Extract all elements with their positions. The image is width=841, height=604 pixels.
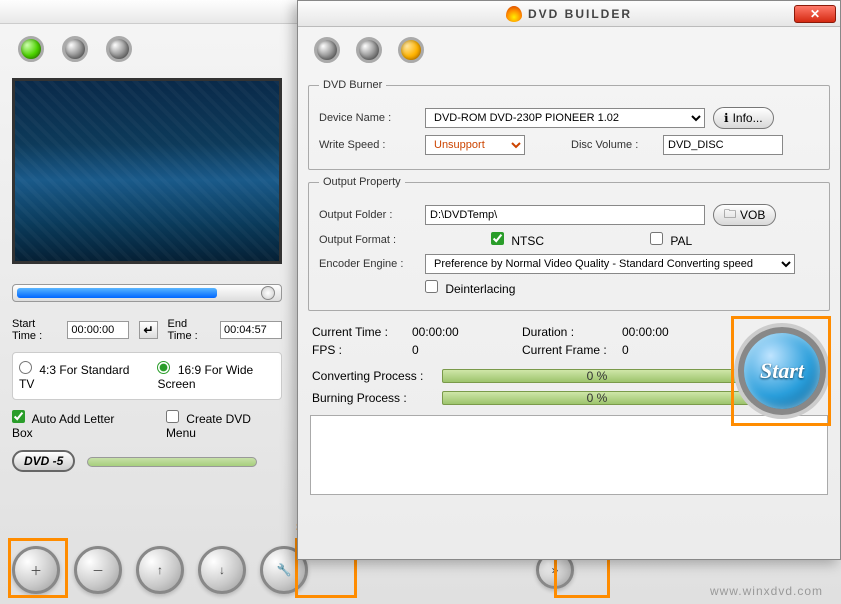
dvd-type-badge: DVD -5	[12, 450, 75, 472]
aspect-16-9-radio[interactable]: 16:9 For Wide Screen	[157, 361, 275, 391]
convert-progress: 0 %	[442, 369, 752, 383]
arrow-down-icon: ↓	[219, 563, 225, 577]
builder-orb-1[interactable]	[314, 37, 340, 63]
aspect-4-3-radio[interactable]: 4:3 For Standard TV	[19, 361, 129, 391]
frame-value: 0	[622, 343, 732, 357]
status-orb-2[interactable]	[62, 36, 88, 62]
device-name-select[interactable]: DVD-ROM DVD-230P PIONEER 1.02	[425, 108, 705, 128]
burn-progress: 0 %	[442, 391, 752, 405]
info-button[interactable]: ℹInfo...	[713, 107, 774, 129]
frame-label: Current Frame :	[522, 343, 622, 357]
arrow-up-icon: ↑	[157, 563, 163, 577]
video-preview	[12, 78, 282, 264]
move-up-button[interactable]: ↑	[136, 546, 184, 594]
fps-value: 0	[412, 343, 522, 357]
wrench-icon: 🔧	[277, 563, 292, 577]
playback-slider[interactable]	[12, 284, 282, 302]
start-time-commit-button[interactable]: ↵	[139, 321, 157, 339]
dvd-burner-group: DVD Burner Device Name : DVD-ROM DVD-230…	[308, 79, 830, 170]
vob-button[interactable]: 🗀VOB	[713, 204, 776, 226]
write-speed-select[interactable]: Unsupport	[425, 135, 525, 155]
output-format-label: Output Format :	[319, 234, 417, 246]
capacity-meter	[87, 457, 257, 467]
start-time-input[interactable]	[67, 321, 129, 339]
status-orb-3[interactable]	[106, 36, 132, 62]
status-orb-green[interactable]	[18, 36, 44, 62]
info-icon: ℹ	[724, 111, 729, 125]
minus-icon: －	[92, 562, 104, 579]
highlight-start	[731, 316, 831, 426]
convert-label: Converting Process :	[312, 369, 432, 383]
device-name-label: Device Name :	[319, 112, 417, 124]
fast-forward-icon: »	[552, 563, 559, 577]
disc-volume-input[interactable]	[663, 135, 783, 155]
pal-checkbox[interactable]: PAL	[650, 232, 692, 248]
add-button[interactable]: ＋	[12, 546, 60, 594]
encoder-label: Encoder Engine :	[319, 258, 417, 270]
dvd-burner-legend: DVD Burner	[319, 79, 386, 91]
end-time-input[interactable]	[220, 321, 282, 339]
close-button[interactable]: ✕	[794, 5, 836, 23]
output-property-group: Output Property Output Folder : 🗀VOB Out…	[308, 176, 830, 311]
duration-label: Duration :	[522, 325, 622, 339]
auto-letterbox-checkbox[interactable]: Auto Add Letter Box	[12, 410, 136, 440]
burn-label: Burning Process :	[312, 391, 432, 405]
dvd-builder-window: DVD BUILDER ✕ DVD Burner Device Name : D…	[297, 0, 841, 560]
output-folder-label: Output Folder :	[319, 209, 417, 221]
log-box[interactable]	[310, 415, 828, 495]
move-down-button[interactable]: ↓	[198, 546, 246, 594]
window-title: DVD BUILDER	[528, 7, 632, 21]
ntsc-checkbox[interactable]: NTSC	[491, 232, 544, 248]
duration-value: 00:00:00	[622, 325, 732, 339]
end-time-label: End Time :	[168, 318, 210, 342]
plus-icon: ＋	[30, 562, 42, 579]
flame-icon	[506, 6, 522, 22]
deinterlace-checkbox[interactable]: Deinterlacing	[425, 280, 515, 296]
current-time-value: 00:00:00	[412, 325, 522, 339]
start-time-label: Start Time :	[12, 318, 57, 342]
builder-orb-2[interactable]	[356, 37, 382, 63]
encoder-select[interactable]: Preference by Normal Video Quality - Sta…	[425, 254, 795, 274]
create-menu-checkbox[interactable]: Create DVD Menu	[166, 410, 282, 440]
fps-label: FPS :	[312, 343, 412, 357]
builder-orb-3[interactable]	[398, 37, 424, 63]
output-legend: Output Property	[319, 176, 405, 188]
remove-button[interactable]: －	[74, 546, 122, 594]
folder-icon: 🗀	[724, 205, 736, 226]
footer-url: www.winxdvd.com	[710, 584, 823, 598]
write-speed-label: Write Speed :	[319, 139, 417, 151]
output-folder-input[interactable]	[425, 205, 705, 225]
current-time-label: Current Time :	[312, 325, 412, 339]
disc-volume-label: Disc Volume :	[571, 139, 655, 151]
